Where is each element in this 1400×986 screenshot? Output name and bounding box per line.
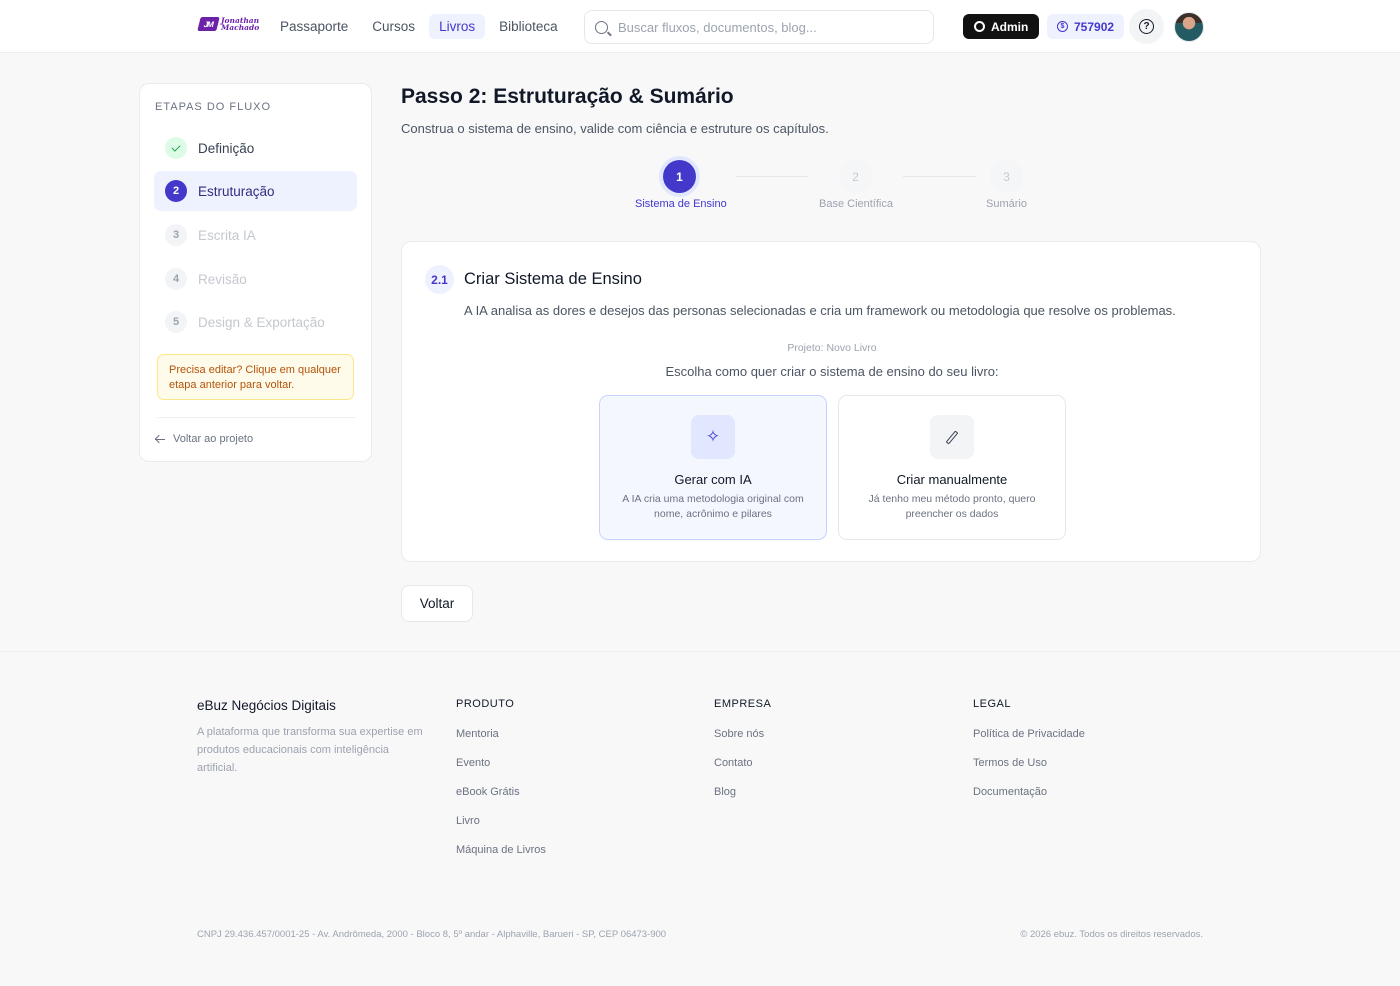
top-navbar: JM Jonathan Machado Passaporte Cursos Li… <box>0 0 1400 53</box>
option-title: Criar manualmente <box>896 472 1008 487</box>
sidebar-step-design-exportacao: 5 Design & Exportação <box>154 302 357 342</box>
back-to-project-link[interactable]: Voltar ao projeto <box>155 433 253 445</box>
nav-item-biblioteca[interactable]: Biblioteca <box>489 14 568 39</box>
gear-icon <box>974 21 985 32</box>
substep-2-label: Base Científica <box>819 198 893 210</box>
sidebar-step-label: Definição <box>198 140 255 156</box>
teaching-system-card: 2.1 Criar Sistema de Ensino A IA analisa… <box>401 241 1261 562</box>
check-icon <box>165 137 187 159</box>
help-icon: ? <box>1139 19 1154 34</box>
divider <box>157 417 356 418</box>
sidebar-step-label: Design & Exportação <box>198 314 325 330</box>
brand-logo[interactable]: JM Jonathan Machado <box>197 17 260 32</box>
footer-link-ebook-gratis[interactable]: eBook Grátis <box>456 786 546 799</box>
sidebar-step-revisao: 4 Revisão <box>154 259 357 299</box>
sidebar-step-estruturacao[interactable]: 2 Estruturação <box>154 171 357 211</box>
sidebar-step-label: Estruturação <box>198 183 275 199</box>
footer-link-termos[interactable]: Termos de Uso <box>973 757 1085 770</box>
footer: eBuz Negócios Digitais A plataforma que … <box>0 651 1400 986</box>
arrow-left-icon <box>155 434 165 444</box>
footer-column-produto: PRODUTO Mentoria Evento eBook Grátis Liv… <box>456 698 546 857</box>
sidebar-heading: ETAPAS DO FLUXO <box>155 101 272 113</box>
credits-value: 757902 <box>1074 19 1115 34</box>
sidebar-step-escrita-ia: 3 Escrita IA <box>154 215 357 255</box>
create-manually-option[interactable]: Criar manualmente Já tenho meu método pr… <box>838 395 1066 540</box>
footer-link-documentacao[interactable]: Documentação <box>973 786 1085 799</box>
main-nav: Passaporte Cursos Livros Biblioteca <box>270 14 568 39</box>
coin-icon: $ <box>1057 21 1068 32</box>
footer-column-legal: LEGAL Política de Privacidade Termos de … <box>973 698 1085 799</box>
footer-legal-address: CNPJ 29.436.457/0001-25 - Av. Andrômeda,… <box>197 929 667 940</box>
footer-link-sobre-nos[interactable]: Sobre nós <box>714 728 771 741</box>
flow-steps-sidebar: ETAPAS DO FLUXO Definição 2 Estruturação… <box>139 83 372 462</box>
credits-badge[interactable]: $ 757902 <box>1047 14 1125 39</box>
page-subtitle: Construa o sistema de ensino, valide com… <box>401 121 829 136</box>
nav-item-livros[interactable]: Livros <box>429 14 486 39</box>
substep-3-node: 3 <box>990 160 1023 193</box>
logo-wordmark: Jonathan Machado <box>221 17 260 32</box>
section-title: Criar Sistema de Ensino <box>464 270 642 288</box>
page-title: Passo 2: Estruturação & Sumário <box>401 85 734 108</box>
project-name: Projeto: Novo Livro <box>787 342 877 354</box>
back-button[interactable]: Voltar <box>401 585 473 622</box>
logo-mark: JM <box>197 17 220 31</box>
sidebar-step-label: Escrita IA <box>198 227 256 243</box>
avatar[interactable] <box>1174 12 1204 42</box>
option-description: A IA cria uma metodologia original com n… <box>622 493 804 520</box>
footer-link-privacidade[interactable]: Política de Privacidade <box>973 728 1085 741</box>
footer-link-evento[interactable]: Evento <box>456 757 546 770</box>
footer-description: A plataforma que transforma sua expertis… <box>197 726 423 774</box>
sparkle-icon: ✧ <box>691 415 735 459</box>
section-number-badge: 2.1 <box>425 265 454 294</box>
admin-label: Admin <box>991 19 1029 34</box>
footer-link-maquina-de-livros[interactable]: Máquina de Livros <box>456 844 546 857</box>
substep-1-label: Sistema de Ensino <box>635 198 727 210</box>
sidebar-step-definicao[interactable]: Definição <box>154 128 357 168</box>
nav-item-cursos[interactable]: Cursos <box>362 14 425 39</box>
back-to-project-label: Voltar ao projeto <box>173 433 254 445</box>
section-description: A IA analisa as dores e desejos das pers… <box>464 303 1176 318</box>
step-number-badge: 3 <box>165 224 187 246</box>
search-bar <box>584 10 934 44</box>
footer-brand: eBuz Negócios Digitais <box>197 698 336 713</box>
substep-2-node: 2 <box>839 160 872 193</box>
footer-link-contato[interactable]: Contato <box>714 757 771 770</box>
footer-column-heading: PRODUTO <box>456 698 515 710</box>
substep-3-label: Sumário <box>986 198 1027 210</box>
footer-column-empresa: EMPRESA Sobre nós Contato Blog <box>714 698 771 799</box>
option-description: Já tenho meu método pronto, quero preenc… <box>868 493 1036 520</box>
substep-1-node[interactable]: 1 <box>663 160 696 193</box>
logo-text-line2: Machado <box>221 23 260 32</box>
nav-item-passaporte[interactable]: Passaporte <box>270 14 358 39</box>
stepper-connector <box>736 176 808 177</box>
footer-link-blog[interactable]: Blog <box>714 786 771 799</box>
footer-column-heading: EMPRESA <box>714 698 772 710</box>
search-icon <box>595 20 608 34</box>
option-title: Gerar com IA <box>674 472 752 487</box>
edit-hint-note: Precisa editar? Clique em qualquer etapa… <box>157 354 354 400</box>
footer-link-mentoria[interactable]: Mentoria <box>456 728 546 741</box>
step-number-badge: 4 <box>165 268 187 290</box>
footer-column-heading: LEGAL <box>973 698 1011 710</box>
footer-copyright: © 2026 ebuz. Todos os direitos reservado… <box>1020 929 1203 940</box>
admin-button[interactable]: Admin <box>963 14 1040 39</box>
stepper-connector <box>903 176 976 177</box>
step-number-badge: 2 <box>165 180 187 202</box>
sidebar-step-label: Revisão <box>198 271 247 287</box>
footer-link-livro[interactable]: Livro <box>456 815 546 828</box>
generate-with-ai-option[interactable]: ✧ Gerar com IA A IA cria uma metodologia… <box>599 395 827 540</box>
step-number-badge: 5 <box>165 311 187 333</box>
choose-prompt: Escolha como quer criar o sistema de ens… <box>665 364 999 379</box>
pencil-icon <box>930 415 974 459</box>
help-button[interactable]: ? <box>1129 9 1164 44</box>
search-input[interactable] <box>618 19 918 35</box>
